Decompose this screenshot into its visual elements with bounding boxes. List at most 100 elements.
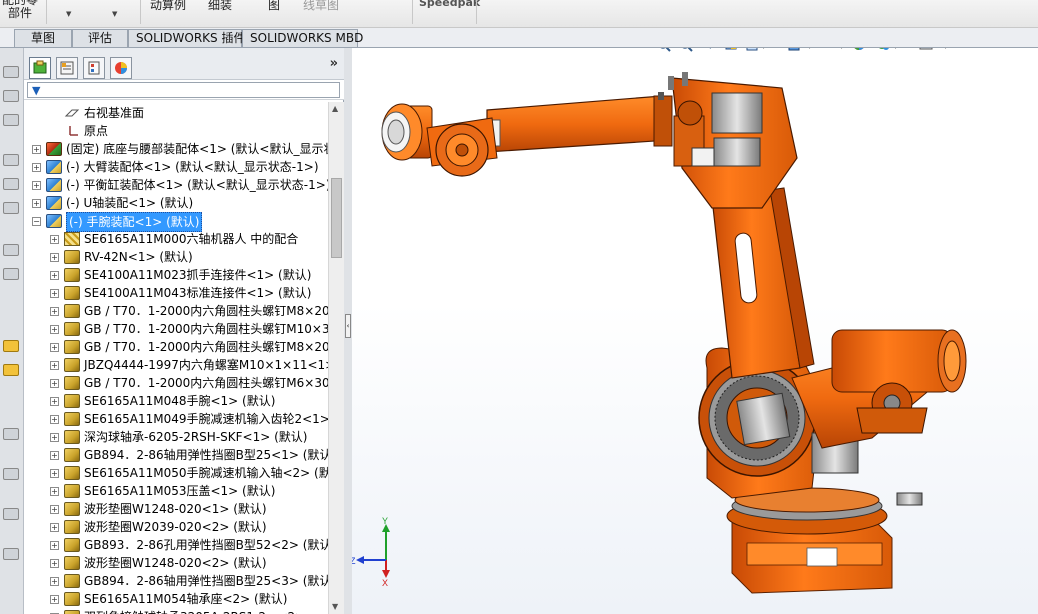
ribbon-button-line-sketch[interactable]: 线草图: [303, 0, 339, 13]
expand-node-icon[interactable]: +: [50, 325, 59, 334]
balancer-cylinder[interactable]: [791, 329, 967, 449]
expand-node-icon[interactable]: +: [50, 361, 59, 370]
tree-node[interactable]: + GB / T70．1-2000内六角圆柱头螺钉M6×30: [24, 374, 328, 392]
expand-node-icon[interactable]: +: [50, 487, 59, 496]
view-settings-icon[interactable]: [919, 48, 933, 50]
tab-sketch[interactable]: 草图: [14, 29, 72, 47]
tree-node[interactable]: + SE4100A11M023抓手连接件<1> (默认): [24, 266, 328, 284]
tree-node[interactable]: + 深沟球轴承-6205-2RSH-SKF<1> (默认): [24, 428, 328, 446]
tab-solidworks-addins[interactable]: SOLIDWORKS 插件: [128, 29, 245, 47]
tree-node[interactable]: + SE6165A11M050手腕减速机输入轴<2> (默认: [24, 464, 328, 482]
filter-funnel-icon[interactable]: ▼: [32, 84, 40, 97]
toolbar-icon[interactable]: [3, 244, 19, 256]
more-tabs-button[interactable]: »: [330, 56, 338, 71]
robot-wrist-flange[interactable]: [381, 103, 498, 177]
folder-icon[interactable]: [3, 364, 19, 376]
chevron-down-icon[interactable]: ▼: [761, 48, 767, 50]
tree-node[interactable]: + (固定) 底座与腰部装配体<1> (默认<默认_显示状: [24, 140, 328, 158]
toolbar-icon[interactable]: [3, 268, 19, 280]
tab-configuration-manager[interactable]: [83, 57, 105, 79]
tree-node[interactable]: + SE6165A11M054轴承座<2> (默认): [24, 590, 328, 608]
toolbar-icon[interactable]: [3, 202, 19, 214]
expand-node-icon[interactable]: +: [32, 199, 41, 208]
tree-node[interactable]: + SE4100A11M043标准连接件<1> (默认): [24, 284, 328, 302]
toolbar-icon[interactable]: [3, 178, 19, 190]
tree-node[interactable]: + GB / T70．1-2000内六角圆柱头螺钉M10×3: [24, 320, 328, 338]
tree-node[interactable]: + (-) U轴装配<1> (默认): [24, 194, 328, 212]
tab-feature-tree[interactable]: [29, 57, 51, 79]
tree-node[interactable]: + SE6165A11M049手腕减速机输入齿轮2<1>: [24, 410, 328, 428]
panel-splitter[interactable]: ‹: [344, 48, 352, 614]
tree-node[interactable]: 原点: [24, 122, 328, 140]
display-style-icon[interactable]: [788, 48, 803, 51]
scroll-down-icon[interactable]: ▼: [332, 602, 338, 611]
toolbar-icon[interactable]: [3, 428, 19, 440]
expand-node-icon[interactable]: +: [50, 505, 59, 514]
toolbar-icon[interactable]: [3, 66, 19, 78]
expand-node-icon[interactable]: +: [50, 451, 59, 460]
tree-node[interactable]: +双列角接触球轴承3205A-2RS1-2...<2>: [24, 608, 328, 614]
toolbar-icon[interactable]: [3, 114, 19, 126]
section-view-icon[interactable]: [725, 48, 737, 50]
chevron-down-icon[interactable]: ▼: [839, 48, 845, 50]
expand-node-icon[interactable]: +: [50, 541, 59, 550]
tree-node[interactable]: + GB / T70．1-2000内六角圆柱头螺钉M8×20: [24, 302, 328, 320]
tree-node[interactable]: + SE6165A11M053压盖<1> (默认): [24, 482, 328, 500]
ribbon-button-view[interactable]: 图: [268, 0, 280, 13]
tree-node[interactable]: + (-) 平衡缸装配体<1> (默认<默认_显示状态-1>): [24, 176, 328, 194]
tree-node[interactable]: − (-) 手腕装配<1> (默认): [24, 212, 328, 232]
tab-property-manager[interactable]: [56, 57, 78, 79]
toolbar-icon[interactable]: [3, 468, 19, 480]
tree-scrollbar[interactable]: ▲ ▼: [328, 102, 344, 614]
expand-node-icon[interactable]: +: [50, 271, 59, 280]
expand-node-icon[interactable]: +: [50, 469, 59, 478]
robot-upper-arm-tube[interactable]: [486, 72, 688, 153]
tree-node[interactable]: 右视基准面: [24, 104, 328, 122]
chevron-down-icon[interactable]: ▼: [807, 48, 813, 50]
tree-node[interactable]: + 波形垫圈W1248-020<1> (默认): [24, 500, 328, 518]
toolbar-icon[interactable]: [3, 90, 19, 102]
zoom-to-fit-icon[interactable]: [659, 48, 671, 52]
tree-filter-input[interactable]: ▼: [27, 82, 340, 98]
ribbon-button-detail[interactable]: 细装: [208, 0, 232, 13]
tree-node[interactable]: + (-) 大臂装配体<1> (默认<默认_显示状态-1>): [24, 158, 328, 176]
ribbon-button-component[interactable]: 配的零 部件: [2, 0, 38, 20]
expand-node-icon[interactable]: +: [50, 253, 59, 262]
ribbon-button-speedpak[interactable]: Speedpak: [419, 0, 480, 9]
tree-node[interactable]: + GB893．2-86孔用弹性挡圈B型52<2> (默认: [24, 536, 328, 554]
expand-node-icon[interactable]: +: [50, 433, 59, 442]
tree-node[interactable]: + GB894．2-86轴用弹性挡圈B型25<1> (默认: [24, 446, 328, 464]
folder-icon[interactable]: [3, 340, 19, 352]
tab-solidworks-mbd[interactable]: SOLIDWORKS MBD: [242, 29, 363, 47]
expand-node-icon[interactable]: +: [32, 163, 41, 172]
expand-node-icon[interactable]: +: [50, 397, 59, 406]
expand-node-icon[interactable]: +: [50, 523, 59, 532]
chevron-down-icon[interactable]: ▼: [893, 48, 899, 50]
chevron-down-icon[interactable]: ▼: [112, 10, 117, 18]
graphics-area[interactable]: ▼ ▼ ▼ ▼ ▼: [352, 48, 1038, 614]
chevron-down-icon[interactable]: ▼: [66, 10, 71, 18]
collapse-panel-icon[interactable]: ‹: [345, 314, 351, 338]
expand-node-icon[interactable]: +: [50, 289, 59, 298]
robot-base[interactable]: [726, 487, 923, 594]
expand-node-icon[interactable]: +: [50, 379, 59, 388]
tree-node[interactable]: + GB894．2-86轴用弹性挡圈B型25<3> (默认: [24, 572, 328, 590]
tree-node[interactable]: + RV-42N<1> (默认): [24, 248, 328, 266]
expand-node-icon[interactable]: +: [50, 235, 59, 244]
tree-node[interactable]: + SE6165A11M048手腕<1> (默认): [24, 392, 328, 410]
scrollbar-thumb[interactable]: [331, 178, 342, 258]
tree-node[interactable]: + 波形垫圈W2039-020<2> (默认): [24, 518, 328, 536]
expand-node-icon[interactable]: +: [50, 307, 59, 316]
tree-node[interactable]: + GB / T70．1-2000内六角圆柱头螺钉M8×20: [24, 338, 328, 356]
chevron-down-icon[interactable]: ▼: [943, 48, 949, 50]
tab-display-manager[interactable]: [110, 57, 132, 79]
toolbar-icon[interactable]: [3, 548, 19, 560]
expand-node-icon[interactable]: +: [32, 145, 41, 154]
collapse-node-icon[interactable]: −: [32, 217, 41, 226]
scroll-up-icon[interactable]: ▲: [332, 104, 338, 113]
expand-node-icon[interactable]: +: [50, 595, 59, 604]
expand-node-icon[interactable]: +: [50, 577, 59, 586]
view-orientation-icon[interactable]: [746, 48, 761, 51]
tree-node[interactable]: + JBZQ4444-1997内六角螺塞M10×1×11<1>: [24, 356, 328, 374]
apply-scene-icon[interactable]: [877, 48, 889, 50]
